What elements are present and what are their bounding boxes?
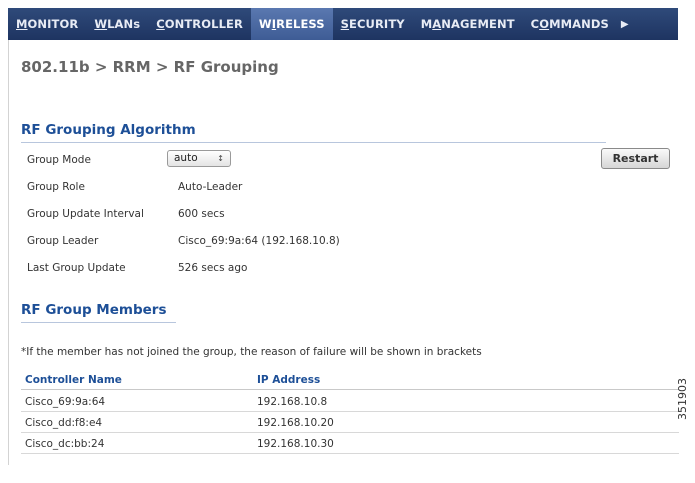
nav-label-accel: W (94, 17, 108, 31)
nav-label-pre: M (420, 17, 433, 31)
nav-label-post: RELESS (276, 17, 325, 31)
ip-address-cell: 192.168.10.20 (257, 417, 334, 429)
update-interval-label: Group Update Interval (27, 208, 144, 220)
controller-name-cell: Cisco_dc:bb:24 (25, 438, 105, 450)
ip-address-cell: 192.168.10.8 (257, 396, 328, 408)
group-leader-label: Group Leader (27, 235, 99, 247)
nav-label-post: NAGEMENT (441, 17, 515, 31)
ip-address-cell: 192.168.10.30 (257, 438, 334, 450)
last-update-label: Last Group Update (27, 262, 126, 274)
group-role-value: Auto-Leader (178, 181, 243, 193)
group-mode-value: auto (174, 152, 198, 164)
table-header: Controller Name IP Address (21, 370, 679, 390)
nav-label-accel: A (432, 17, 442, 31)
update-interval-value: 600 secs (178, 208, 225, 220)
chevron-right-icon[interactable]: ▶ (617, 19, 629, 30)
section-divider (21, 142, 606, 143)
breadcrumb: 802.11b > RRM > RF Grouping (21, 58, 279, 76)
column-header-controller-name: Controller Name (25, 374, 122, 386)
nav-label-post: ONITOR (27, 17, 79, 31)
select-arrows-icon: ↕ (217, 154, 224, 163)
nav-label-post: ONTROLLER (164, 17, 243, 31)
nav-label-pre: W (258, 17, 272, 31)
nav-wireless[interactable]: WIRELESS (250, 8, 333, 40)
nav-wlans[interactable]: WLANs (86, 8, 148, 40)
controller-name-cell: Cisco_69:9a:64 (25, 396, 106, 408)
group-mode-select[interactable]: auto ↕ (167, 150, 231, 167)
group-mode-label: Group Mode (27, 154, 91, 166)
nav-label-pre: C (530, 17, 540, 31)
nav-label-accel: M (16, 17, 28, 31)
table-row: Cisco_dc:bb:24 192.168.10.30 (21, 433, 679, 454)
column-header-ip-address: IP Address (257, 374, 321, 386)
nav-management[interactable]: MANAGEMENT (413, 8, 523, 40)
group-role-label: Group Role (27, 181, 85, 193)
controller-name-cell: Cisco_dd:f8:e4 (25, 417, 103, 429)
group-leader-value: Cisco_69:9a:64 (192.168.10.8) (178, 235, 340, 247)
nav-label-accel: O (539, 17, 550, 31)
nav-controller[interactable]: CONTROLLER (148, 8, 251, 40)
last-update-value: 526 secs ago (178, 262, 248, 274)
top-nav: MONITOR WLANs CONTROLLER WIRELESS SECURI… (8, 8, 678, 40)
restart-button[interactable]: Restart (601, 148, 670, 169)
section-divider (21, 322, 176, 323)
nav-security[interactable]: SECURITY (333, 8, 413, 40)
rf-grouping-algorithm-title: RF Grouping Algorithm (21, 122, 196, 138)
members-note: *If the member has not joined the group,… (21, 346, 482, 358)
nav-monitor[interactable]: MONITOR (8, 8, 86, 40)
table-row: Cisco_69:9a:64 192.168.10.8 (21, 391, 679, 412)
rf-group-members-title: RF Group Members (21, 302, 167, 318)
nav-label-accel: S (340, 17, 350, 31)
nav-label-accel: C (156, 17, 165, 31)
content-panel: 802.11b > RRM > RF Grouping RF Grouping … (8, 40, 679, 465)
nav-commands[interactable]: COMMANDS (523, 8, 617, 40)
nav-label-post: MMANDS (549, 17, 609, 31)
table-row: Cisco_dd:f8:e4 192.168.10.20 (21, 412, 679, 433)
figure-id: 351903 (676, 378, 689, 420)
nav-label-post: ECURITY (349, 17, 405, 31)
nav-label-post: LANs (107, 17, 141, 31)
